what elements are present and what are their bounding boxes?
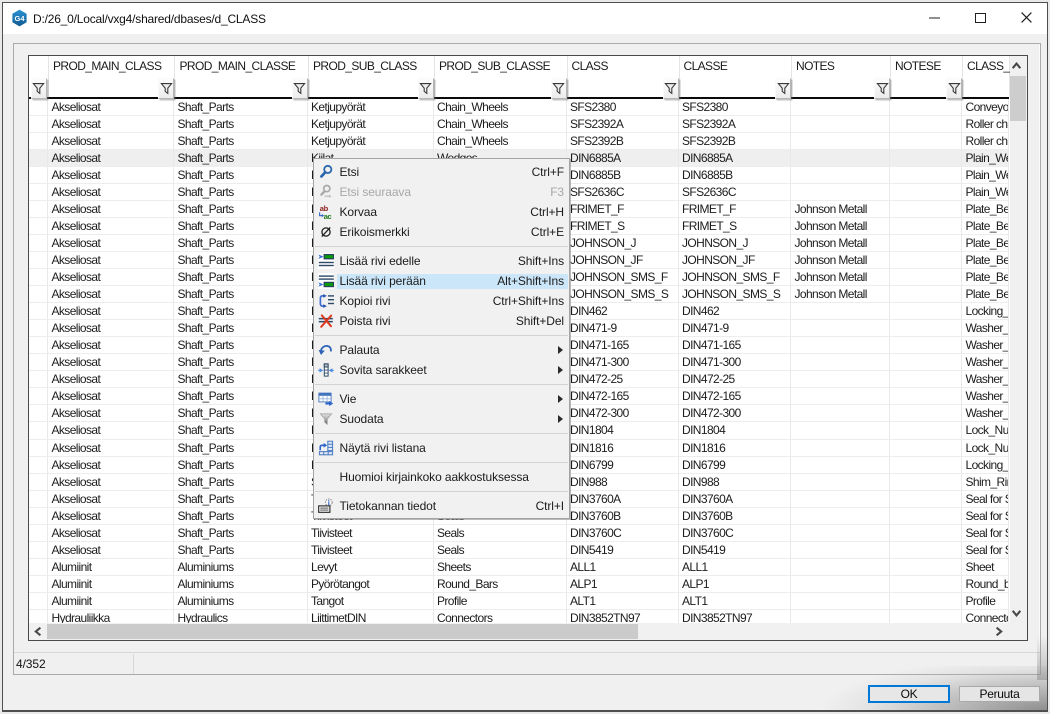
svg-text:G4: G4 <box>14 14 25 23</box>
svg-text:ac: ac <box>324 212 332 220</box>
